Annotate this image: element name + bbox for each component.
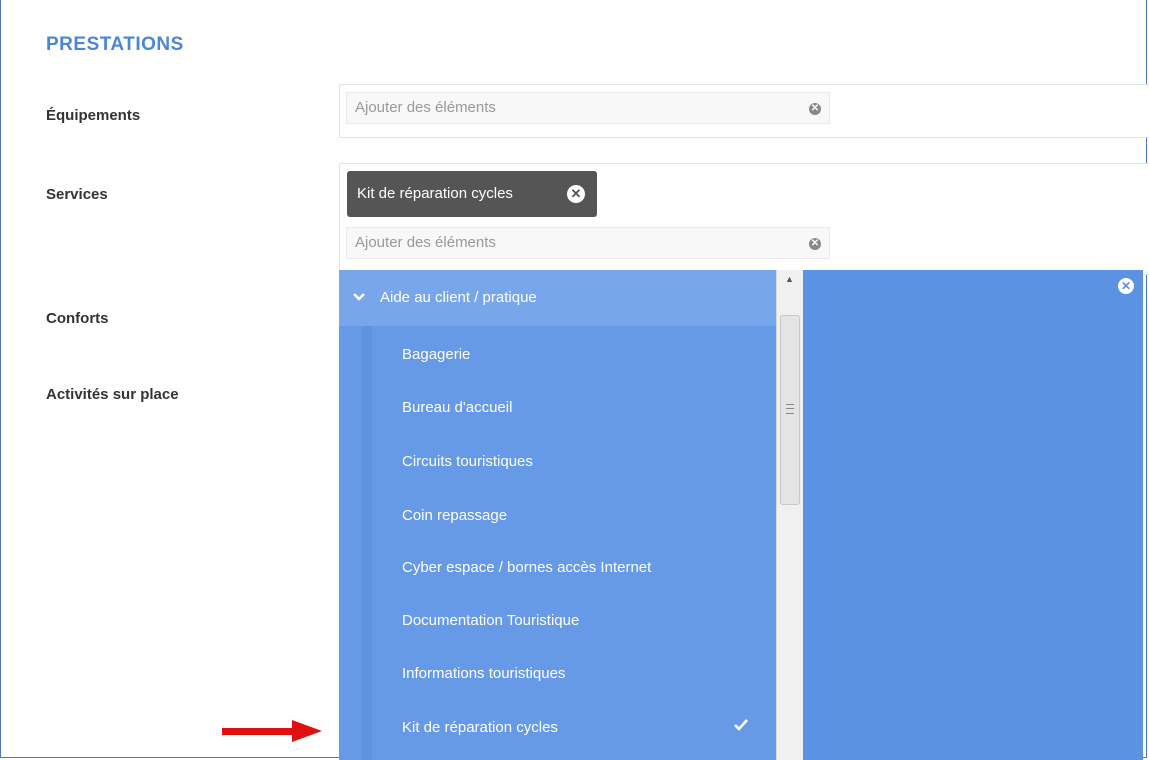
dropdown-item[interactable]: Coin repassage bbox=[402, 507, 507, 524]
close-circle-icon[interactable]: ✕ bbox=[809, 103, 821, 115]
section-title: PRESTATIONS bbox=[46, 34, 184, 55]
services-dropdown: Aide au client / pratique Bagagerie Bure… bbox=[339, 270, 776, 760]
group-indent-line bbox=[362, 326, 372, 760]
dropdown-item[interactable]: Cyber espace / bornes accès Internet bbox=[402, 559, 651, 576]
services-label: Services bbox=[46, 186, 108, 203]
dropdown-item[interactable]: Bagagerie bbox=[402, 346, 470, 363]
dropdown-group-label: Aide au client / pratique bbox=[380, 289, 537, 306]
services-placeholder: Ajouter des éléments bbox=[355, 234, 496, 251]
equipements-input[interactable]: Ajouter des éléments bbox=[346, 92, 830, 124]
dropdown-item[interactable]: Informations touristiques bbox=[402, 665, 565, 682]
close-circle-icon[interactable]: ✕ bbox=[1118, 278, 1134, 294]
dropdown-group-header[interactable]: Aide au client / pratique bbox=[339, 270, 776, 326]
dropdown-item-selected[interactable]: Kit de réparation cycles bbox=[402, 719, 558, 736]
equipements-placeholder: Ajouter des éléments bbox=[355, 99, 496, 116]
dropdown-item[interactable]: Documentation Touristique bbox=[402, 612, 579, 629]
scroll-up-icon[interactable]: ▲ bbox=[785, 274, 794, 284]
chevron-down-icon bbox=[353, 270, 365, 326]
equipements-label: Équipements bbox=[46, 107, 141, 124]
checkmark-icon bbox=[734, 718, 748, 736]
services-input[interactable]: Ajouter des éléments bbox=[346, 227, 830, 259]
selected-tag-label: Kit de réparation cycles bbox=[357, 185, 513, 202]
grip-icon bbox=[786, 404, 794, 414]
red-arrow-icon bbox=[222, 720, 322, 742]
dropdown-side-panel: ✕ bbox=[803, 270, 1143, 760]
close-circle-icon[interactable]: ✕ bbox=[809, 238, 821, 250]
dropdown-item[interactable]: Circuits touristiques bbox=[402, 453, 533, 470]
close-circle-icon[interactable]: ✕ bbox=[567, 185, 585, 203]
dropdown-item[interactable]: Bureau d'accueil bbox=[402, 399, 512, 416]
selected-tag: Kit de réparation cycles ✕ bbox=[347, 171, 597, 217]
scrollbar-thumb[interactable] bbox=[780, 315, 800, 505]
activites-label: Activités sur place bbox=[46, 386, 179, 403]
conforts-label: Conforts bbox=[46, 310, 109, 327]
dropdown-scrollbar[interactable]: ▲ bbox=[776, 270, 803, 760]
